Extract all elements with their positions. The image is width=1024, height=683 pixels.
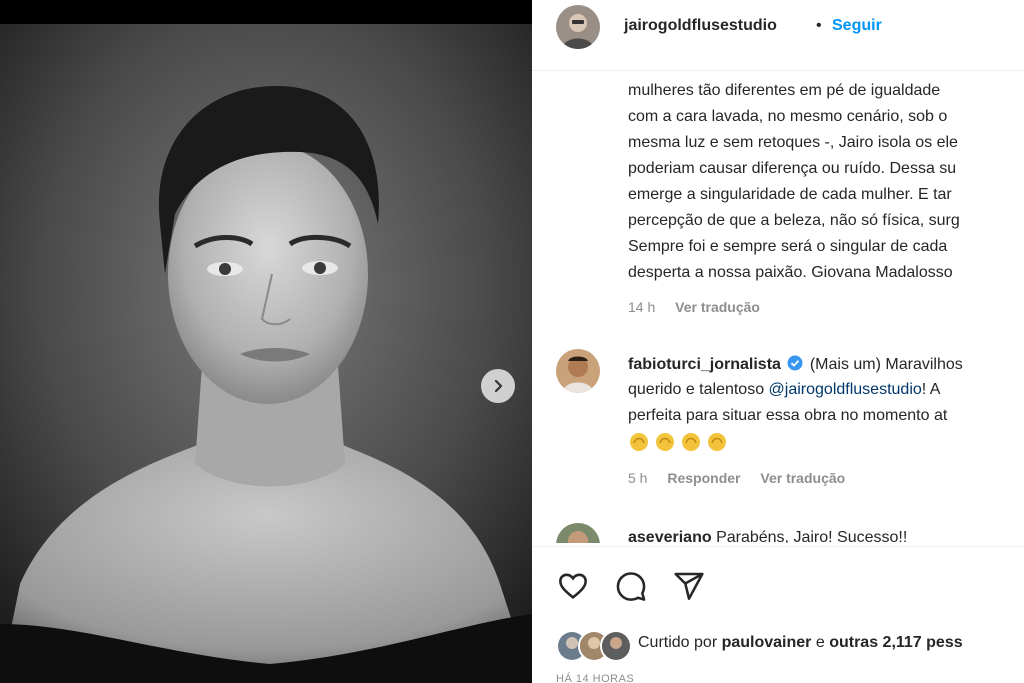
post-side-panel: jairogoldflusestudio • Seguir mulheres t… [532,0,1024,683]
comment-time[interactable]: 5 h [628,470,647,486]
comment-meta: 5 h Responder Ver tradução [628,470,861,486]
heart-icon[interactable] [556,570,590,602]
caption-line: desperta a nossa paixão. Giovana Madalos… [628,264,953,281]
follow-button[interactable]: Seguir [832,17,882,35]
caption-line: com a cara lavada, no mesmo cenário, sob… [628,108,948,125]
caption-meta: 14 h Ver tradução [628,299,776,315]
comment-line-3: perfeita para situar essa obra no moment… [628,407,948,424]
post-header: jairogoldflusestudio • Seguir [532,0,1024,71]
liker-username[interactable]: paulovainer [722,634,812,651]
likes-others-link[interactable]: outras 2,117 pess [829,634,962,651]
comment-translate-link[interactable]: Ver tradução [760,470,845,486]
chevron-right-icon [494,379,503,393]
caption-time[interactable]: 14 h [628,299,655,315]
comment-text: ! A [921,381,941,398]
caption-line: mesma luz e sem retoques -, Jairo isola … [628,134,958,151]
commenter-avatar[interactable] [556,349,600,393]
comment-emoji-row [628,431,732,458]
post-photo-pane [0,0,532,683]
caption-translate-link[interactable]: Ver tradução [675,299,760,315]
likes-text: Curtido por paulovainer e outras 2,117 p… [638,634,963,652]
reply-button[interactable]: Responder [667,470,740,486]
next-photo-button[interactable] [481,369,515,403]
post-photo [0,24,532,683]
verified-badge-icon [787,355,803,371]
comment-text: querido e talentoso [628,381,769,398]
share-icon[interactable] [672,570,706,602]
author-username[interactable]: jairogoldflusestudio [624,17,777,35]
comment-line-2: querido e talentoso @jairogoldflusestudi… [628,381,940,399]
header-separator: • [816,17,822,34]
commenter-avatar[interactable] [556,523,600,543]
likes-prefix: Curtido por [638,634,722,651]
commenter-username[interactable]: fabioturci_jornalista [628,356,781,373]
comments-list[interactable]: mulheres tão diferentes em pé de igualda… [532,71,1024,543]
author-avatar[interactable] [556,5,600,49]
caption-line: emerge a singularidade de cada mulher. E… [628,186,952,203]
comment-text: (Mais um) Maravilhos [809,356,963,373]
caption-line: percepção de que a beleza, não só física… [628,212,960,229]
commenter-username[interactable]: aseveriano [628,529,712,543]
clapping-hands-icon [682,433,700,451]
liker-avatar[interactable] [600,630,632,662]
photo-top-bar [0,0,532,24]
likes-row: Curtido por paulovainer e outras 2,117 p… [532,626,1024,662]
caption-line: Sempre foi e sempre será o singular de c… [628,238,948,255]
caption-line: mulheres tão diferentes em pé de igualda… [628,82,941,99]
comment-line-1: fabioturci_jornalista (Mais um) Maravilh… [628,355,963,374]
clapping-hands-icon [630,433,648,451]
clapping-hands-icon [708,433,726,451]
post-time-ago[interactable]: HÁ 14 HORAS [556,673,634,683]
actions-divider [532,546,1024,547]
clapping-hands-icon [656,433,674,451]
comment-line-1: aseveriano Parabéns, Jairo! Sucesso!! [628,529,907,543]
caption-line: poderiam causar diferença ou ruído. Dess… [628,160,957,177]
comment-text: Parabéns, Jairo! Sucesso!! [716,529,908,543]
comment-mention-link[interactable]: @jairogoldflusestudio [769,381,922,398]
likes-middle: e [811,634,830,651]
comment-icon[interactable] [614,570,648,602]
